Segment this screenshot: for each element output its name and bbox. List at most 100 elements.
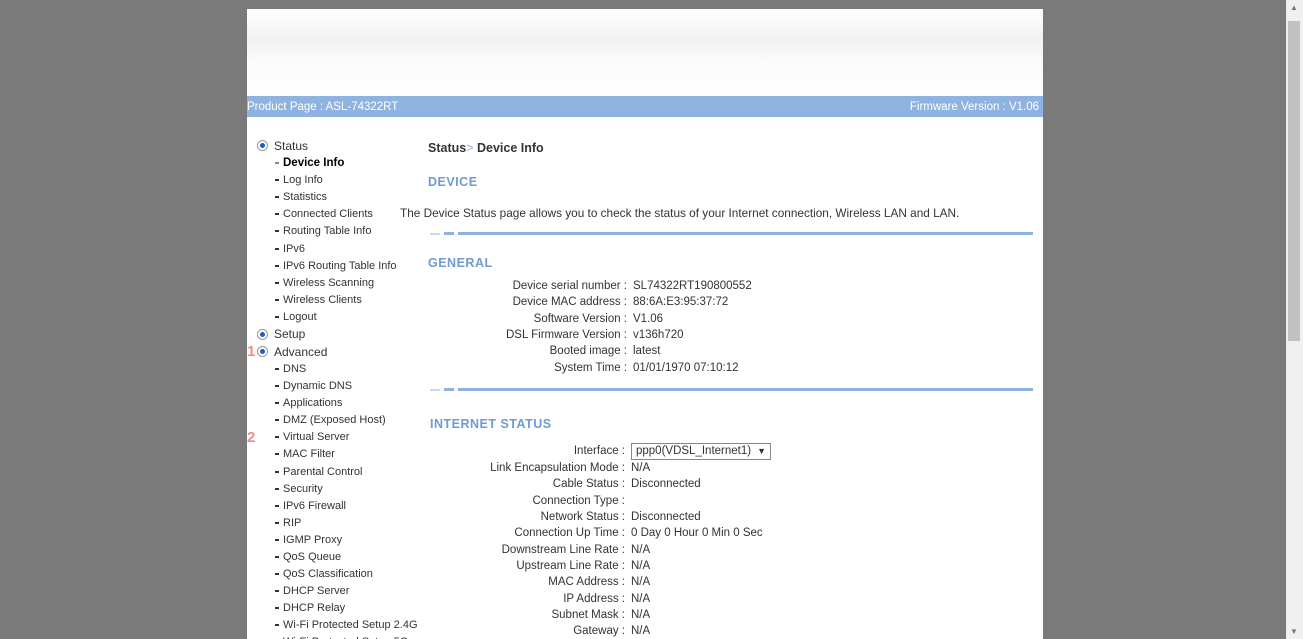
info-row: Device MAC address : 88:6A:E3:95:37:72 — [400, 294, 1040, 310]
scroll-up-icon[interactable]: ▲ — [1290, 3, 1298, 12]
info-label: Cable Status : — [552, 478, 625, 491]
sidebar-item-status[interactable]: Status — [257, 137, 432, 155]
info-row: Software Version : V1.06 — [400, 311, 1040, 327]
info-label: Gateway : — [573, 625, 625, 638]
info-label: DSL Firmware Version : — [506, 329, 627, 342]
info-row: Connection Up Time : 0 Day 0 Hour 0 Min 0… — [400, 525, 1040, 541]
sidebar-item-label: Status — [274, 138, 309, 153]
sidebar-item-dmz-exposed-host[interactable]: DMZ (Exposed Host) — [257, 412, 432, 429]
sidebar-item-label: Logout — [283, 310, 317, 323]
sidebar-item-label: Dynamic DNS — [283, 380, 353, 393]
sidebar-item-label: IPv6 Firewall — [283, 499, 346, 512]
sidebar-item-label: QoS Classification — [283, 568, 373, 581]
info-row: Downstream Line Rate : N/A — [400, 541, 1040, 557]
interface-row: Interface : ppp0(VDSL_Internet1) ▼ — [400, 442, 1040, 460]
sidebar-item-statistics[interactable]: Statistics — [257, 189, 432, 206]
sidebar-item-label: Applications — [283, 397, 343, 410]
info-label: Link Encapsulation Mode : — [490, 462, 625, 475]
info-label: Booted image : — [549, 345, 627, 358]
info-row: Network Status : Disconnected — [400, 509, 1040, 525]
sidebar-item-label: Advanced — [274, 344, 328, 359]
sidebar-item-label: IPv6 — [283, 242, 306, 255]
sidebar-item-label: Device Info — [283, 157, 345, 170]
sidebar-item-applications[interactable]: Applications — [257, 395, 432, 412]
info-label: Downstream Line Rate : — [501, 543, 625, 556]
radio-selected-icon — [257, 140, 268, 152]
sidebar-item-label: Wireless Scanning — [283, 276, 375, 289]
info-value: latest — [633, 345, 661, 358]
device-description: The Device Status page allows you to che… — [400, 206, 960, 220]
info-row: IP Address : N/A — [400, 590, 1040, 606]
info-label: Upstream Line Rate : — [516, 559, 625, 572]
info-value: N/A — [631, 462, 651, 475]
info-label: Connection Type : — [532, 494, 626, 507]
sidebar-item-label: Setup — [274, 327, 306, 342]
sidebar-item-label: IPv6 Routing Table Info — [283, 259, 397, 272]
radio-selected-icon — [257, 328, 268, 340]
interface-select[interactable]: ppp0(VDSL_Internet1) ▼ — [631, 442, 771, 460]
sidebar-item-device-info[interactable]: Device Info — [257, 155, 432, 172]
info-label: Device MAC address : — [512, 296, 627, 309]
info-row: Cable Status : Disconnected — [400, 476, 1040, 492]
sidebar-item-label: Wi-Fi Protected Setup 2.4G — [283, 619, 418, 632]
info-label: System Time : — [554, 361, 627, 374]
info-row: DSL Firmware Version : v136h720 — [400, 327, 1040, 343]
sidebar-item-ipv6-routing-table-info[interactable]: IPv6 Routing Table Info — [257, 257, 432, 274]
breadcrumb: Status> Device Info — [428, 141, 544, 155]
info-row: MAC Address : N/A — [400, 574, 1040, 590]
annotation-marker-2: 2 — [247, 428, 256, 446]
info-value: V1.06 — [633, 312, 664, 325]
info-row: Gateway : N/A — [400, 623, 1040, 639]
info-value: 0 Day 0 Hour 0 Min 0 Sec — [631, 527, 763, 540]
sidebar-item-routing-table-info[interactable]: Routing Table Info — [257, 223, 432, 240]
sidebar-item-label: DMZ (Exposed Host) — [283, 414, 386, 427]
info-value: N/A — [631, 543, 651, 556]
general-info-list: Device serial number : SL74322RT190800552… — [400, 278, 1040, 376]
sidebar-item-ipv6[interactable]: IPv6 — [257, 240, 432, 257]
info-value: Disconnected — [631, 511, 701, 524]
sidebar-item-log-info[interactable]: Log Info — [257, 172, 432, 189]
info-label: Subnet Mask : — [551, 608, 625, 621]
sidebar-item-label: RIP — [283, 516, 302, 529]
scrollbar-thumb[interactable] — [1288, 21, 1300, 341]
firmware-label: Firmware Version : V1.06 — [909, 100, 1039, 113]
radio-selected-icon — [257, 346, 268, 358]
info-value: N/A — [631, 592, 651, 605]
page-banner — [247, 9, 1043, 96]
info-value: N/A — [631, 576, 651, 589]
info-row: System Time : 01/01/1970 07:10:12 — [400, 359, 1040, 375]
info-label: Connection Up Time : — [514, 527, 625, 540]
breadcrumb-parent: Status — [428, 141, 467, 155]
info-value: 01/01/1970 07:10:12 — [633, 361, 739, 374]
sidebar-item-label: Statistics — [283, 191, 328, 204]
internet-status-list: Interface : ppp0(VDSL_Internet1) ▼ Link … — [400, 442, 1040, 639]
sidebar-item-dynamic-dns[interactable]: Dynamic DNS — [257, 378, 432, 395]
info-value: N/A — [631, 608, 651, 621]
sidebar-item-label: DHCP Relay — [283, 602, 346, 615]
info-row: Device serial number : SL74322RT190800552 — [400, 278, 1040, 294]
info-value: 88:6A:E3:95:37:72 — [633, 296, 729, 309]
info-label: MAC Address : — [548, 576, 625, 589]
interface-label: Interface : — [573, 445, 625, 457]
info-label: Network Status : — [540, 511, 625, 524]
info-row: Link Encapsulation Mode : N/A — [400, 460, 1040, 476]
breadcrumb-current: Device Info — [477, 141, 544, 155]
device-section-title: DEVICE — [428, 175, 478, 189]
info-value: Disconnected — [631, 478, 701, 491]
sidebar-item-label: Security — [283, 482, 323, 495]
scroll-down-icon[interactable]: ▼ — [1290, 627, 1298, 636]
annotation-marker-1: 1 — [247, 343, 256, 361]
product-label: Product Page : ASL-74322RT — [247, 100, 399, 113]
info-value: N/A — [631, 559, 651, 572]
header-bar: Product Page : ASL-74322RT Firmware Vers… — [247, 96, 1043, 117]
sidebar-item-label: Wireless Clients — [283, 293, 362, 306]
section-divider — [430, 232, 1033, 236]
info-row: Booted image : latest — [400, 343, 1040, 359]
info-row: Connection Type : — [400, 493, 1040, 509]
info-value: SL74322RT190800552 — [633, 280, 752, 293]
sidebar-item-label: Routing Table Info — [283, 225, 372, 238]
sidebar-item-label: Virtual Server — [283, 431, 350, 444]
sidebar-item-label: Log Info — [283, 174, 323, 187]
vertical-scrollbar[interactable]: ▲ ▼ — [1286, 0, 1303, 639]
sidebar-item-label: Parental Control — [283, 465, 363, 478]
